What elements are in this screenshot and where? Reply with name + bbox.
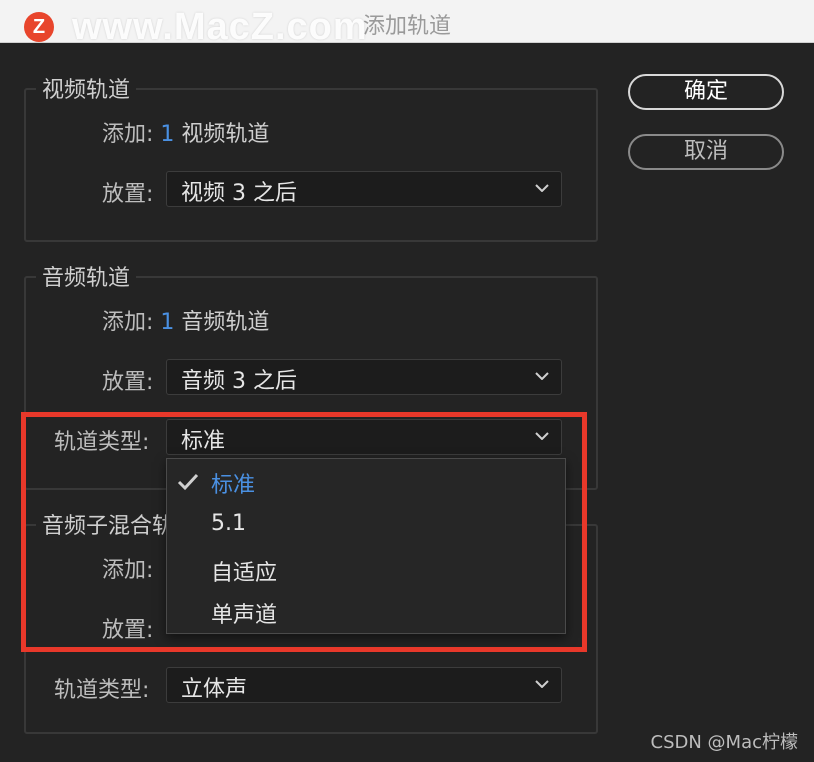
credit-text: CSDN @Mac柠檬 [650,732,799,753]
video-add-unit: 视频轨道 [181,122,270,147]
submix-add-label: 添加: [102,558,154,583]
dropdown-option-standard[interactable]: 标准 [211,467,255,499]
video-place-select[interactable]: 视频 3 之后 [166,171,562,207]
submix-type-label: 轨道类型: [54,678,150,703]
audio-type-label: 轨道类型: [54,430,150,455]
ok-button[interactable]: 确定 [628,74,784,110]
watermark-logo: Z [24,12,54,42]
submix-type-value: 立体声 [181,677,248,702]
track-type-dropdown: 标准 5.1 自适应 单声道 [166,458,566,634]
audio-type-select[interactable]: 标准 [166,419,562,455]
video-add-count[interactable]: 1 [160,122,174,147]
cancel-button[interactable]: 取消 [628,134,784,170]
video-add-row: 添加: 1 视频轨道 [102,116,269,148]
submix-type-select[interactable]: 立体声 [166,667,562,703]
video-tracks-group [24,88,598,242]
chevron-down-icon [535,680,549,688]
audio-add-count[interactable]: 1 [160,310,174,335]
audio-place-value: 音频 3 之后 [181,369,297,394]
audio-place-label: 放置: [102,370,154,395]
audio-add-unit: 音频轨道 [181,310,270,335]
audio-submix-title: 音频子混合轨 [36,508,181,540]
dropdown-option-adaptive[interactable]: 自适应 [211,555,277,587]
audio-type-value: 标准 [181,429,226,454]
title-bar: 添加轨道 Z www.MacZ.com [0,0,814,48]
submix-place-label: 放置: [102,618,154,643]
video-place-label: 放置: [102,182,154,207]
video-place-value: 视频 3 之后 [181,181,297,206]
audio-place-select[interactable]: 音频 3 之后 [166,359,562,395]
chevron-down-icon [535,184,549,192]
chevron-down-icon [535,372,549,380]
audio-add-row: 添加: 1 音频轨道 [102,304,269,336]
dropdown-option-mono[interactable]: 单声道 [211,597,277,629]
video-tracks-title: 视频轨道 [36,72,137,104]
dropdown-option-5-1[interactable]: 5.1 [211,511,246,536]
checkmark-icon [177,473,199,491]
audio-add-label: 添加: [102,310,154,335]
watermark-text: www.MacZ.com [72,6,368,48]
chevron-down-icon [535,432,549,440]
video-add-label: 添加: [102,122,154,147]
audio-tracks-title: 音频轨道 [36,260,137,292]
